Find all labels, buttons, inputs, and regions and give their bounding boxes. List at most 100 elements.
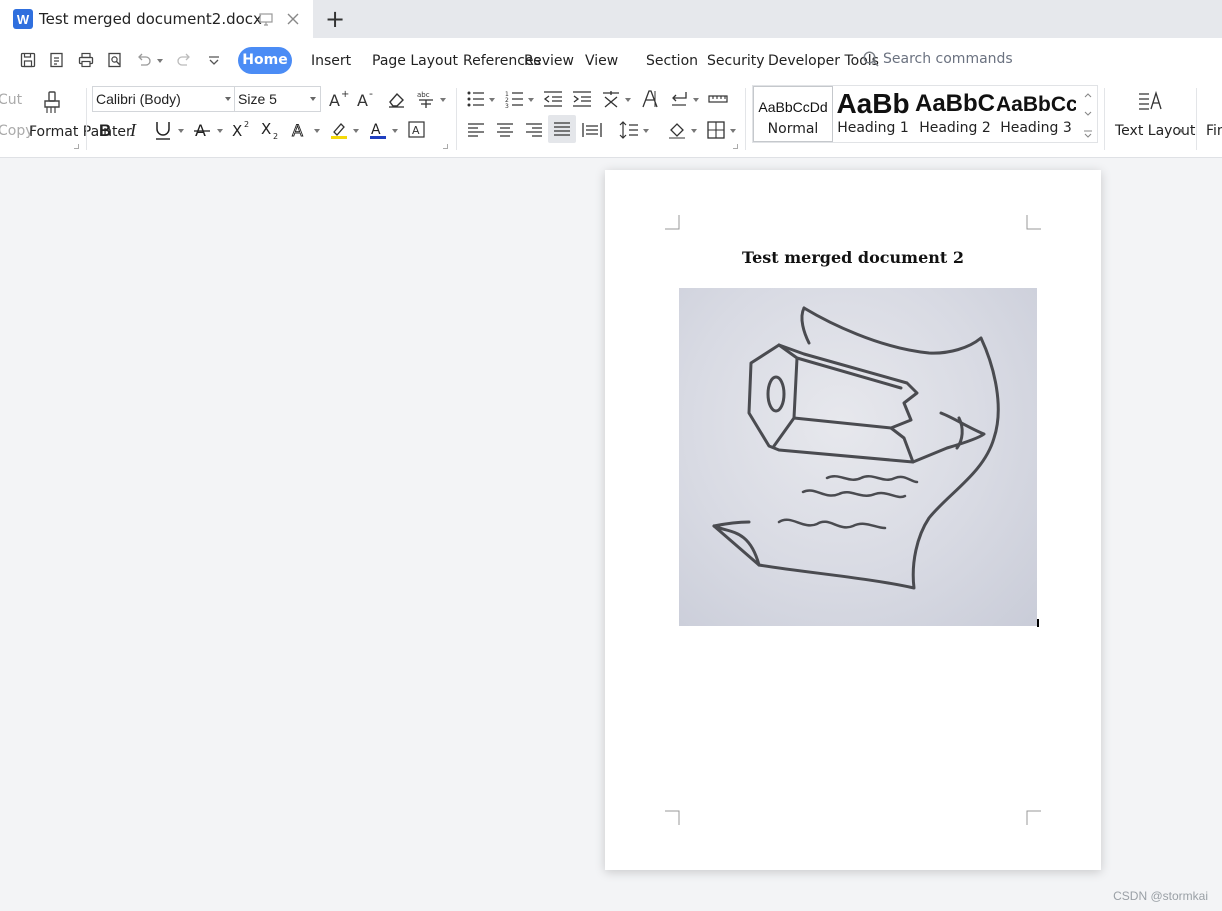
float-window-icon[interactable] (258, 11, 274, 27)
text-layout-dropdown-icon[interactable] (1178, 129, 1184, 133)
line-break-dropdown-icon[interactable] (693, 98, 699, 102)
chinese-layout-icon[interactable] (600, 88, 622, 110)
text-layout-icon[interactable] (1137, 88, 1163, 114)
close-tab-icon[interactable] (285, 11, 301, 27)
align-left-icon[interactable] (465, 119, 487, 141)
numbering-icon[interactable]: 123 (504, 88, 526, 110)
shading-dropdown-icon[interactable] (691, 129, 697, 133)
line-spacing-icon[interactable] (618, 119, 640, 141)
menu-view[interactable]: View (585, 50, 618, 72)
watermark: CSDN @stormkai (1113, 889, 1208, 903)
format-painter-icon[interactable] (40, 90, 64, 116)
clipboard-dialog-launcher-icon[interactable] (74, 144, 79, 149)
undo-icon[interactable] (135, 51, 153, 69)
phonetic-dropdown-icon[interactable] (440, 98, 446, 102)
menu-home[interactable]: Home (238, 47, 292, 74)
strikethrough-dropdown-icon[interactable] (217, 129, 223, 133)
increase-indent-icon[interactable] (571, 88, 593, 110)
style-heading-1[interactable]: AaBb Heading 1 (833, 86, 913, 142)
highlight-icon[interactable] (328, 119, 350, 141)
line-spacing-dropdown-icon[interactable] (643, 129, 649, 133)
style-heading-1-sample: AaBb (836, 88, 910, 119)
borders-icon[interactable] (705, 119, 727, 141)
style-normal-label: Normal (767, 121, 819, 137)
font-name-select[interactable]: Calibri (Body) (92, 86, 236, 112)
customize-toolbar-icon[interactable] (205, 51, 223, 69)
svg-text:-: - (369, 88, 373, 100)
save-icon[interactable] (19, 51, 37, 69)
font-color-dropdown-icon[interactable] (392, 129, 398, 133)
align-right-icon[interactable] (523, 119, 545, 141)
phonetic-guide-icon[interactable]: abc (415, 88, 437, 110)
export-pdf-icon[interactable] (48, 51, 66, 69)
line-break-icon[interactable] (668, 88, 690, 110)
numbering-dropdown-icon[interactable] (528, 98, 534, 102)
command-search[interactable]: Search commands (862, 50, 1013, 68)
font-size-select[interactable]: Size 5 (234, 86, 321, 112)
italic-icon[interactable]: I (124, 119, 146, 141)
font-dialog-launcher-icon[interactable] (443, 144, 448, 149)
borders-dropdown-icon[interactable] (730, 129, 736, 133)
svg-text:X: X (232, 122, 242, 140)
styles-scroll-up-icon[interactable] (1079, 86, 1097, 104)
styles-gallery: AaBbCcDd Normal AaBb Heading 1 AaBbC Hea… (752, 85, 1098, 143)
document-heading[interactable]: Test merged document 2 (605, 248, 1101, 267)
svg-text:abc: abc (417, 91, 430, 99)
svg-text:A: A (412, 124, 420, 137)
decrease-indent-icon[interactable] (542, 88, 564, 110)
styles-more-icon[interactable] (1079, 124, 1097, 142)
style-normal-sample: AaBbCcDd (758, 99, 828, 115)
svg-text:A: A (371, 122, 381, 138)
underline-dropdown-icon[interactable] (178, 129, 184, 133)
bullets-icon[interactable] (465, 88, 487, 110)
menu-review[interactable]: Review (524, 50, 574, 72)
bullets-dropdown-icon[interactable] (489, 98, 495, 102)
print-preview-icon[interactable] (106, 51, 124, 69)
search-icon (863, 51, 879, 67)
superscript-icon[interactable]: X2 (231, 119, 253, 141)
underline-icon[interactable] (152, 119, 174, 141)
tab-ruler-icon[interactable] (707, 88, 729, 110)
text-effects-dropdown-icon[interactable] (314, 129, 320, 133)
strikethrough-icon[interactable]: A (192, 119, 214, 141)
embedded-image[interactable] (679, 288, 1037, 626)
style-heading-3-label: Heading 3 (1000, 120, 1072, 136)
menu-security[interactable]: Security (707, 50, 765, 72)
print-icon[interactable] (77, 51, 95, 69)
shrink-font-icon[interactable]: A- (356, 88, 378, 110)
paragraph-dialog-launcher-icon[interactable] (733, 144, 738, 149)
show-hide-marks-icon[interactable] (639, 88, 661, 110)
svg-text:X: X (261, 120, 271, 138)
styles-scroll-down-icon[interactable] (1079, 105, 1097, 123)
clear-formatting-icon[interactable] (386, 88, 408, 110)
justify-icon[interactable] (548, 115, 576, 143)
command-search-placeholder: Search commands (883, 51, 1013, 67)
new-tab-button[interactable]: + (324, 6, 346, 32)
align-center-icon[interactable] (494, 119, 516, 141)
highlight-dropdown-icon[interactable] (353, 129, 359, 133)
distributed-align-icon[interactable] (581, 119, 603, 141)
find-replace-button[interactable]: Find (1206, 123, 1222, 139)
style-heading-2[interactable]: AaBbC Heading 2 (915, 86, 995, 142)
text-effects-icon[interactable]: A (289, 119, 311, 141)
menu-section[interactable]: Section (646, 50, 698, 72)
document-tab[interactable]: W Test merged document2.docx (0, 0, 313, 38)
menu-insert[interactable]: Insert (311, 50, 351, 72)
font-color-icon[interactable]: A (367, 119, 389, 141)
svg-text:3: 3 (505, 103, 509, 110)
undo-dropdown-icon[interactable] (157, 59, 163, 63)
menu-page-layout[interactable]: Page Layout (372, 50, 458, 72)
document-page[interactable]: Test merged document 2 (605, 170, 1101, 870)
crop-mark-bottom-right-icon (1026, 810, 1041, 825)
redo-icon[interactable] (175, 51, 193, 69)
style-heading-1-label: Heading 1 (837, 120, 909, 136)
subscript-icon[interactable]: X2 (260, 119, 282, 141)
character-border-icon[interactable]: A (406, 119, 428, 141)
style-normal[interactable]: AaBbCcDd Normal (753, 86, 833, 142)
chinese-layout-dropdown-icon[interactable] (625, 98, 631, 102)
style-heading-3[interactable]: AaBbCc Heading 3 (996, 86, 1076, 142)
shading-icon[interactable] (666, 119, 688, 141)
bold-icon[interactable]: B (95, 119, 117, 141)
cut-button[interactable]: Cut (0, 92, 22, 108)
grow-font-icon[interactable]: A + (328, 88, 350, 110)
